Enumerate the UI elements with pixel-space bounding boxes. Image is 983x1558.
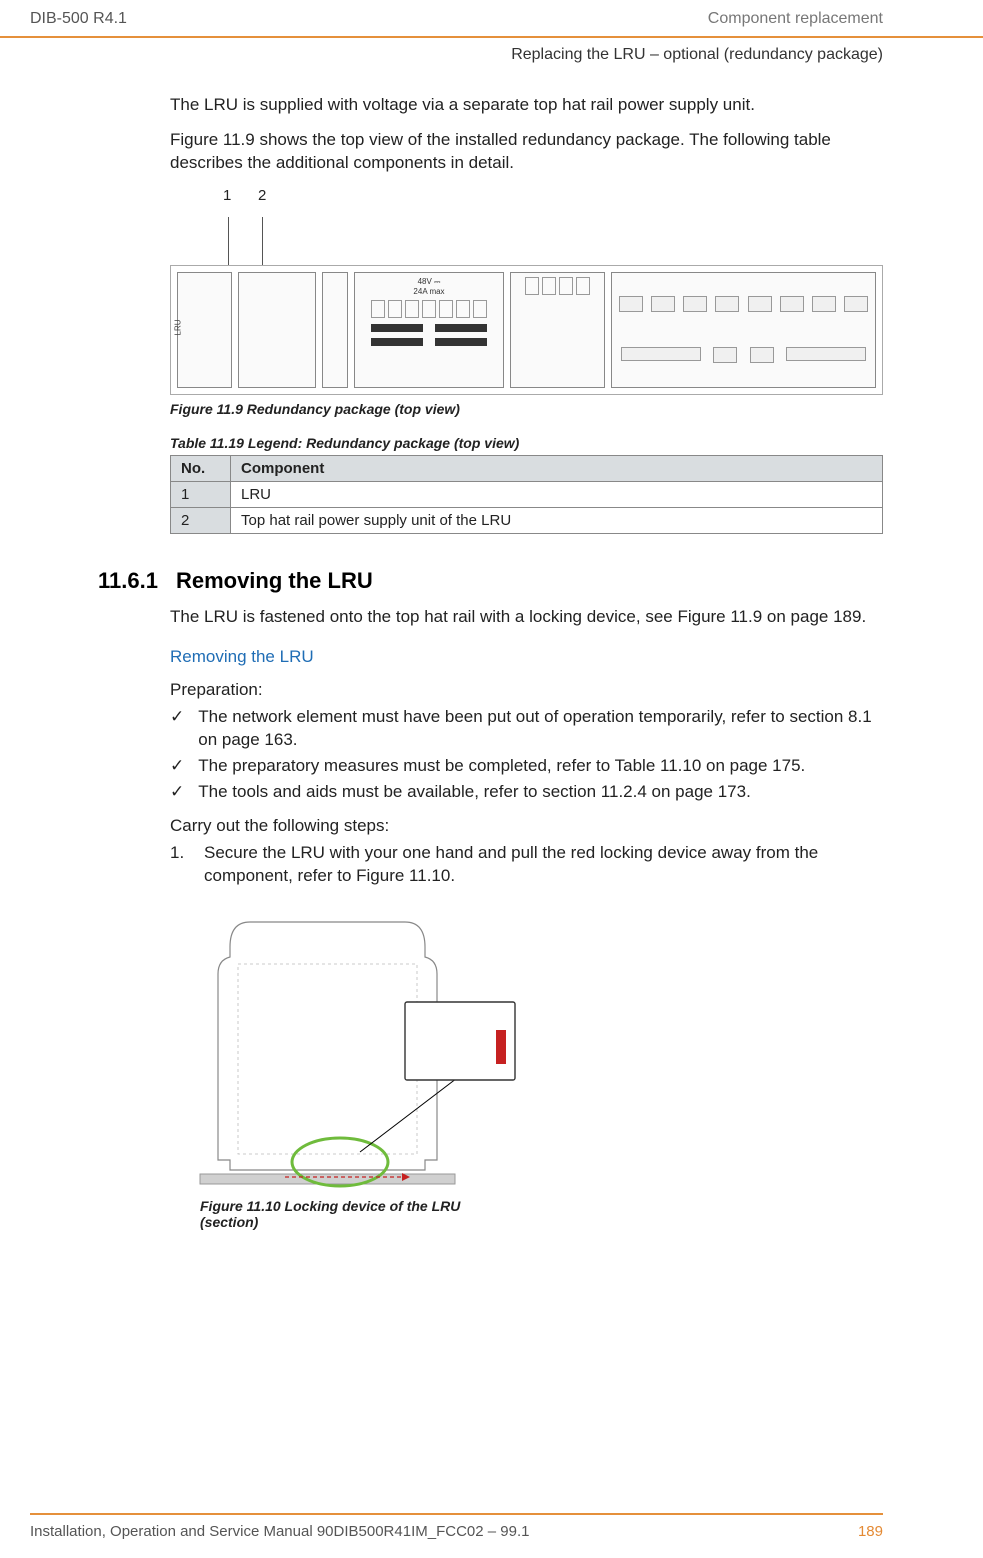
- legend-table: No. Component 1 LRU 2 Top hat rail power…: [170, 455, 883, 534]
- check-icon: [170, 781, 184, 804]
- check-text: The tools and aids must be available, re…: [198, 781, 751, 804]
- aux-block: [510, 272, 605, 388]
- check-icon: [170, 755, 184, 778]
- page-content: The LRU is supplied with voltage via a s…: [0, 94, 983, 1230]
- table-11-19-caption: Table 11.19 Legend: Redundancy package (…: [170, 435, 883, 451]
- locking-device-diagram: [190, 902, 520, 1192]
- table-row: 1 LRU: [171, 481, 883, 507]
- section-number: 11.6.1: [98, 568, 158, 594]
- psu-block: [238, 272, 316, 388]
- cell-no: 2: [171, 507, 231, 533]
- figure-11-10: Figure 11.10 Locking device of the LRU (…: [190, 902, 520, 1230]
- check-icon: [170, 706, 184, 752]
- lru-block: LRU: [177, 272, 232, 388]
- cell-no: 1: [171, 481, 231, 507]
- page-number: 189: [858, 1523, 883, 1540]
- callout-1: 1: [223, 187, 231, 204]
- intro-paragraph-2: Figure 11.9 shows the top view of the in…: [170, 129, 883, 175]
- list-item: 1. Secure the LRU with your one hand and …: [170, 842, 883, 888]
- callout-2: 2: [258, 187, 266, 204]
- connector-panel: [611, 272, 876, 388]
- carry-out-label: Carry out the following steps:: [170, 815, 883, 838]
- figure-11-10-caption: Figure 11.10 Locking device of the LRU (…: [200, 1198, 520, 1230]
- section-heading: 11.6.1 Removing the LRU: [98, 568, 883, 594]
- voltage-line-1: 48V ⎓: [355, 277, 503, 287]
- check-text: The network element must have been put o…: [198, 706, 883, 752]
- check-text: The preparatory measures must be complet…: [198, 755, 805, 778]
- th-component: Component: [231, 455, 883, 481]
- figure-11-9-caption: Figure 11.9 Redundancy package (top view…: [170, 401, 883, 417]
- intro-paragraph-1: The LRU is supplied with voltage via a s…: [170, 94, 883, 117]
- lru-label: LRU: [174, 319, 183, 335]
- spacer-block: [322, 272, 348, 388]
- step-number: 1.: [170, 842, 190, 888]
- steps-list: 1. Secure the LRU with your one hand and …: [170, 842, 883, 888]
- manual-ref: Installation, Operation and Service Manu…: [30, 1523, 529, 1540]
- pdu-block: 48V ⎓ 24A max: [354, 272, 504, 388]
- list-item: The preparatory measures must be complet…: [170, 755, 883, 778]
- section-paragraph: The LRU is fastened onto the top hat rai…: [170, 606, 883, 629]
- section-path: Replacing the LRU – optional (redundancy…: [0, 38, 983, 82]
- cell-component: LRU: [231, 481, 883, 507]
- procedure-heading: Removing the LRU: [170, 647, 883, 667]
- cell-component: Top hat rail power supply unit of the LR…: [231, 507, 883, 533]
- table-row: 2 Top hat rail power supply unit of the …: [171, 507, 883, 533]
- page-header: DIB-500 R4.1 Component replacement: [0, 0, 983, 38]
- chapter-name: Component replacement: [708, 10, 883, 28]
- th-no: No.: [171, 455, 231, 481]
- step-text: Secure the LRU with your one hand and pu…: [204, 842, 883, 888]
- preparation-list: The network element must have been put o…: [170, 706, 883, 804]
- list-item: The network element must have been put o…: [170, 706, 883, 752]
- list-item: The tools and aids must be available, re…: [170, 781, 883, 804]
- page-footer: Installation, Operation and Service Manu…: [30, 1513, 883, 1540]
- section-title: Removing the LRU: [176, 568, 373, 594]
- schematic-diagram: LRU 48V ⎓ 24A max: [170, 265, 883, 395]
- voltage-line-2: 24A max: [355, 287, 503, 296]
- figure-11-9: 1 2 LRU 48V ⎓ 24A max: [170, 187, 883, 417]
- preparation-label: Preparation:: [170, 679, 883, 702]
- product-code: DIB-500 R4.1: [30, 10, 127, 28]
